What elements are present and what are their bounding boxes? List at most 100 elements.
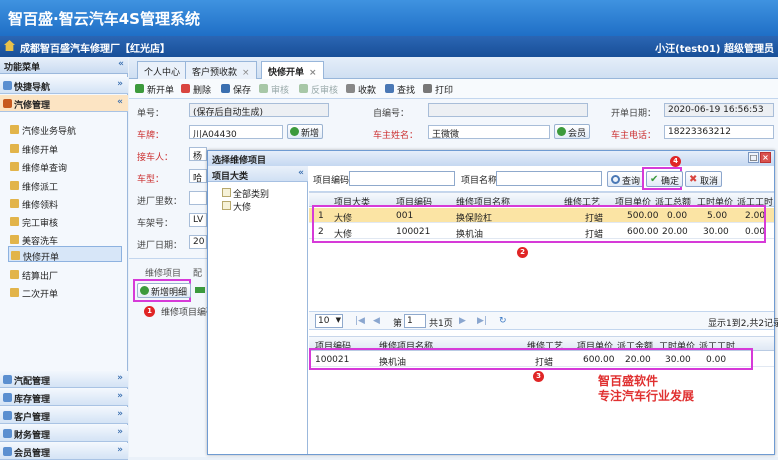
divider xyxy=(129,258,207,259)
sidebar-item-repair-nav[interactable]: 汽修业务导航 xyxy=(8,121,122,137)
sidebar-item-dispatch[interactable]: 维修派工 xyxy=(8,177,122,193)
vin-field[interactable]: LV xyxy=(189,213,207,227)
add-detail-button[interactable]: 新增明细 xyxy=(137,283,192,298)
order-no-field[interactable]: (保存后自动生成) xyxy=(189,103,329,117)
current-user[interactable]: 小汪(test01) 超级管理员 xyxy=(655,40,774,55)
print-button[interactable]: 打印 xyxy=(423,83,453,96)
close-icon[interactable]: × xyxy=(242,68,250,78)
save-button[interactable]: 保存 xyxy=(221,83,251,96)
plus-icon xyxy=(290,127,299,136)
page-input[interactable]: 1 xyxy=(404,314,426,328)
model-label: 车型： xyxy=(137,175,165,185)
sidebar-group-customers[interactable]: 客户管理» xyxy=(0,407,128,424)
new-order-button[interactable]: 新开单 xyxy=(135,83,174,96)
ok-button[interactable]: ✔ 确定 xyxy=(646,171,684,187)
top-bar: 智百盛·智云汽车4S管理系统 xyxy=(0,0,778,36)
model-field[interactable]: 哈 xyxy=(189,169,207,183)
code-label: 项目编码: xyxy=(313,176,353,186)
list-icon xyxy=(10,199,19,208)
last-page-icon[interactable]: ▶| xyxy=(477,316,487,326)
page-label: 第 xyxy=(393,319,403,329)
phone-label: 车主电话： xyxy=(611,131,657,141)
collapse-icon[interactable]: « xyxy=(298,168,304,178)
maximize-icon[interactable]: □ xyxy=(748,152,759,163)
close-icon[interactable]: × xyxy=(760,152,771,163)
badge-1: 1 xyxy=(144,306,155,317)
plus-icon xyxy=(140,286,149,295)
cancel-icon: ✖ xyxy=(689,174,698,185)
sidebar-item-quick-order[interactable]: 快修开单 xyxy=(8,246,122,263)
sidebar-group-inventory[interactable]: 库存管理» xyxy=(0,389,128,406)
close-icon[interactable]: × xyxy=(309,68,317,78)
sub-tab-repair-items[interactable]: 维修项目 xyxy=(145,266,181,279)
enter-date-field[interactable]: 20 xyxy=(189,235,207,249)
sidebar-group-finance[interactable]: 财务管理» xyxy=(0,425,128,442)
save-icon xyxy=(221,84,230,93)
sidebar-group-parts[interactable]: 汽配管理» xyxy=(0,371,128,388)
pager: 10 ▼ |◀ ◀ 第 1 共1页 ▶ ▶| ↻ 显示1到2,共2记录 xyxy=(309,311,778,330)
collapse-icon[interactable]: « xyxy=(118,59,124,69)
home-icon[interactable] xyxy=(4,40,15,51)
highlight-box-3 xyxy=(309,348,753,370)
prev-page-icon[interactable]: ◀ xyxy=(373,316,380,326)
toolbar: 新开单 删除 保存 审核 反审核 收款 查找 打印 xyxy=(129,79,778,99)
sidebar-item-reopen[interactable]: 二次开单 xyxy=(8,284,122,300)
receiver-field[interactable]: 杨 xyxy=(189,147,207,161)
next-page-icon[interactable]: ▶ xyxy=(459,316,466,326)
badge-3: 3 xyxy=(533,371,544,382)
sidebar-item-order-query[interactable]: 维修单查询 xyxy=(8,158,122,174)
audit-button[interactable]: 审核 xyxy=(259,83,289,96)
query-button[interactable]: 查询 xyxy=(607,171,645,187)
sidebar-group-quick-nav[interactable]: 快捷导航» xyxy=(0,77,128,94)
sub-tab-parts[interactable]: 配 xyxy=(193,266,202,279)
money-icon xyxy=(346,84,355,93)
name-input[interactable] xyxy=(496,171,602,186)
cancel-button[interactable]: ✖ 取消 xyxy=(685,171,723,187)
code-input[interactable] xyxy=(349,171,455,186)
edit-icon[interactable] xyxy=(195,287,205,293)
add-car-button[interactable]: 新增 xyxy=(287,124,324,139)
unaudit-button[interactable]: 反审核 xyxy=(299,83,338,96)
inventory-icon xyxy=(3,393,12,402)
total-pages: 共1页 xyxy=(429,319,453,329)
plate-select[interactable]: 川A04430 xyxy=(189,125,283,139)
undo-icon xyxy=(299,84,308,93)
first-page-icon[interactable]: |◀ xyxy=(355,316,365,326)
sidebar-group-members[interactable]: 会员管理» xyxy=(0,443,128,460)
tab-quick-order[interactable]: 快修开单 × xyxy=(261,61,324,79)
sidebar-group-auto-repair[interactable]: 汽修管理 « xyxy=(0,95,128,112)
list-icon xyxy=(10,181,19,190)
member-button[interactable]: 会员 xyxy=(554,124,591,139)
sidebar-item-checkout[interactable]: 结算出厂 xyxy=(8,266,122,282)
tab-personal-center[interactable]: 个人中心 xyxy=(137,61,188,79)
folder-icon xyxy=(10,288,19,297)
promo-line-2: 专注汽车行业发展 xyxy=(598,389,695,403)
open-date-field[interactable]: 2020-06-19 16:56:53 xyxy=(664,103,774,117)
receive-payment-button[interactable]: 收款 xyxy=(346,83,376,96)
chevron-icon: « xyxy=(117,97,123,107)
find-button[interactable]: 查找 xyxy=(385,83,415,96)
vin-label: 车架号： xyxy=(137,219,174,229)
sidebar-item-car-wash[interactable]: 美容洗车 xyxy=(8,231,122,247)
self-no-label: 自编号： xyxy=(373,109,410,119)
sidebar-item-completion-audit[interactable]: 完工审核 xyxy=(8,213,122,229)
nav-icon xyxy=(10,125,19,134)
tree-item-overhaul[interactable]: 大修 xyxy=(222,200,251,213)
tree-item-all[interactable]: 全部类别 xyxy=(222,187,269,200)
tab-customer-prepay[interactable]: 客户预收款 × xyxy=(185,61,257,79)
order-no-label: 单号： xyxy=(137,109,165,119)
page-size-select[interactable]: 10 ▼ xyxy=(315,314,343,328)
sidebar-item-open-order[interactable]: 维修开单 xyxy=(8,140,122,156)
self-no-field[interactable] xyxy=(428,103,588,117)
dialog-title-bar: 选择维修项目 □ × xyxy=(208,151,774,166)
receiver-label: 接车人： xyxy=(137,153,174,163)
owner-field[interactable]: 王微微 xyxy=(428,125,550,139)
mileage-field[interactable] xyxy=(189,191,207,205)
folder-icon xyxy=(10,235,19,244)
refresh-icon[interactable]: ↻ xyxy=(499,316,507,326)
app-title: 智百盛·智云汽车4S管理系统 xyxy=(8,10,200,28)
folder-icon xyxy=(11,251,20,260)
sidebar-item-materials[interactable]: 维修领料 xyxy=(8,195,122,211)
delete-button[interactable]: 删除 xyxy=(181,83,211,96)
phone-field[interactable]: 18223363212 xyxy=(664,125,774,139)
